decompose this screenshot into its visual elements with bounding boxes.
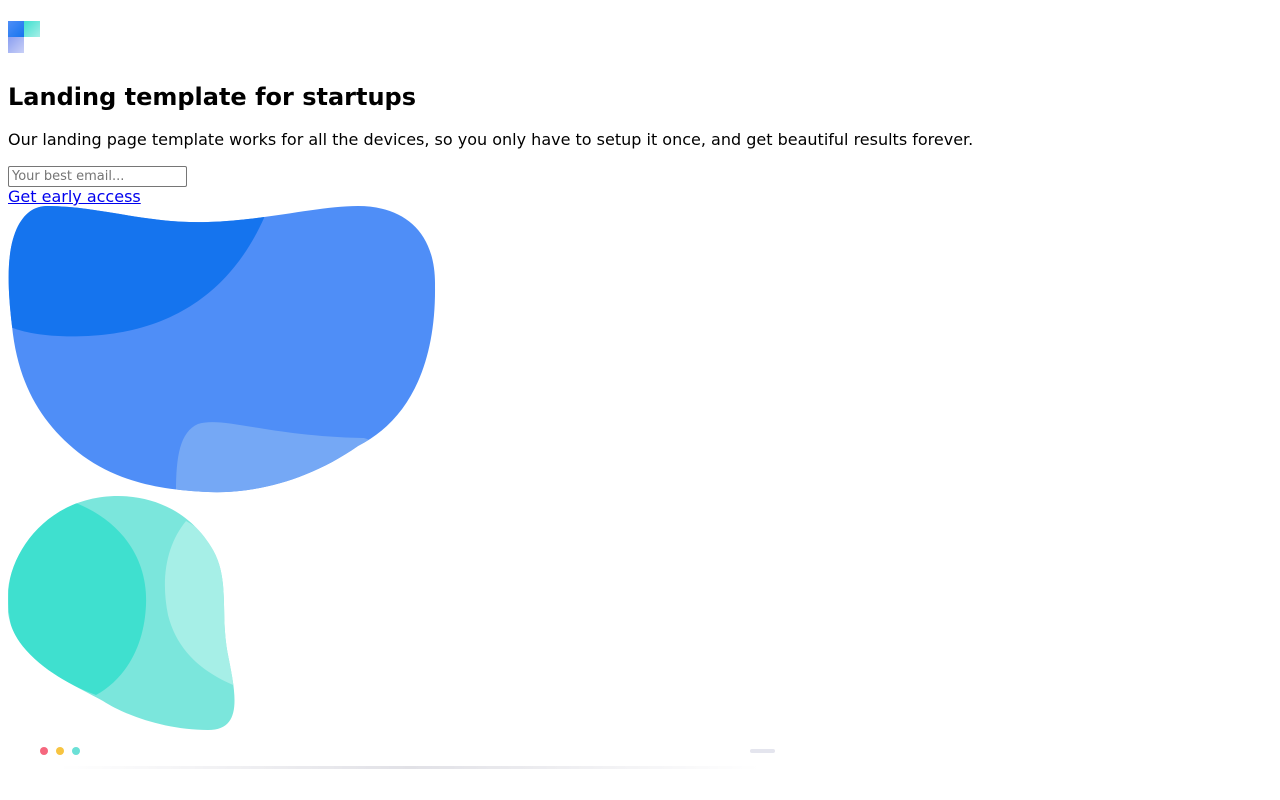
logo-icon[interactable] [8, 21, 40, 53]
hero-title: Landing template for startups [8, 83, 416, 111]
blue-blob-illustration [8, 206, 438, 496]
window-bar [750, 749, 775, 753]
window-dot-yellow [56, 747, 64, 755]
get-early-access-link[interactable]: Get early access [8, 187, 141, 206]
window-dot-teal [72, 747, 80, 755]
window-dot-red [40, 747, 48, 755]
window-shadow-divider [60, 766, 760, 769]
hero-paragraph: Our landing page template works for all … [8, 130, 974, 149]
teal-blob-illustration [8, 495, 240, 735]
email-input[interactable] [8, 166, 187, 187]
